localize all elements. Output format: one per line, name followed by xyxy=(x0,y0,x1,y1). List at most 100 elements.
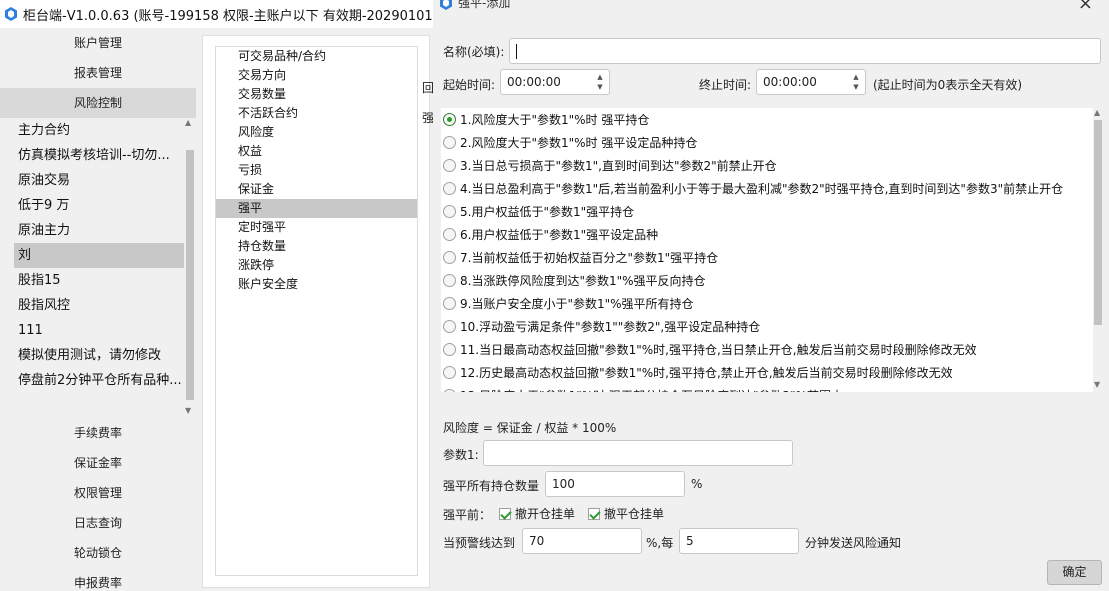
rule-option-label: 8.当涨跌停风险度到达"参数1"%强平反向持仓 xyxy=(460,274,706,288)
risk-type-item[interactable]: 可交易品种/合约 xyxy=(216,47,417,66)
radio-button-icon[interactable] xyxy=(443,320,456,333)
nav-item[interactable]: 权限管理 xyxy=(0,478,196,508)
rule-option-label: 4.当日总盈利高于"参数1"后,若当前盈利小于等于最大盈利减"参数2"时强平持仓… xyxy=(460,182,1064,196)
risk-type-item[interactable]: 风险度 xyxy=(216,123,417,142)
risk-type-item[interactable]: 定时强平 xyxy=(216,218,417,237)
account-list-item[interactable]: 主力合约 xyxy=(14,118,184,143)
risk-type-item[interactable]: 交易数量 xyxy=(216,85,417,104)
radio-button-icon[interactable] xyxy=(443,297,456,310)
scrollbar-thumb[interactable] xyxy=(1094,120,1102,325)
account-list-item[interactable]: 111 xyxy=(14,318,184,343)
nav-item[interactable]: 手续费率 xyxy=(0,418,196,448)
scroll-down-arrow-icon[interactable]: ▼ xyxy=(1094,380,1100,389)
cancel-open-orders-checkbox[interactable]: 撤开仓挂单 xyxy=(499,505,575,522)
nav-item[interactable]: 保证金率 xyxy=(0,448,196,478)
obscured-column: 回 强 xyxy=(418,47,434,587)
cancel-close-orders-checkbox[interactable]: 撤平仓挂单 xyxy=(588,505,664,522)
rule-option-label: 7.当前权益低于初始权益百分之"参数1"强平持仓 xyxy=(460,251,719,265)
rule-option[interactable]: 6.用户权益低于"参数1"强平设定品种 xyxy=(441,223,1101,246)
radio-button-icon[interactable] xyxy=(443,113,456,126)
rule-option[interactable]: 11.当日最高动态权益回撤"参数1"%时,强平持仓,当日禁止开仓,触发后当前交易… xyxy=(441,338,1101,361)
account-list-item[interactable]: 模拟使用测试，请勿修改 xyxy=(14,343,184,368)
rule-option-label: 12.历史最高动态权益回撤"参数1"%时,强平持仓,禁止开仓,触发后当前交易时段… xyxy=(460,366,953,380)
rule-option[interactable]: 13.风险度大于"参数1"%时,强平部分持仓至风险度到达"参数2"%范围内 xyxy=(441,384,1101,392)
risk-type-item[interactable]: 交易方向 xyxy=(216,66,417,85)
radio-button-icon[interactable] xyxy=(443,343,456,356)
notify-interval-input[interactable]: 5 xyxy=(679,528,799,554)
notify-interval-unit: 分钟发送风险通知 xyxy=(805,536,902,550)
before-close-label: 强平前： xyxy=(443,508,492,522)
radio-button-icon[interactable] xyxy=(443,274,456,287)
account-list-item[interactable]: 低于9 万 xyxy=(14,193,184,218)
warning-threshold-input[interactable]: 70 xyxy=(522,528,642,554)
ok-button[interactable]: 确定 xyxy=(1047,560,1102,585)
rule-option[interactable]: 3.当日总亏损高于"参数1",直到时间到达"参数2"前禁止开仓 xyxy=(441,154,1101,177)
nav-item[interactable]: 风险控制 xyxy=(0,88,196,118)
nav-item[interactable]: 报表管理 xyxy=(0,58,196,88)
app-logo-icon xyxy=(5,7,17,21)
scroll-up-arrow-icon[interactable]: ▲ xyxy=(1094,108,1100,117)
spin-down-icon[interactable]: ▼ xyxy=(595,82,605,92)
spin-down-icon[interactable]: ▼ xyxy=(851,82,861,92)
radio-button-icon[interactable] xyxy=(443,251,456,264)
rule-option[interactable]: 12.历史最高动态权益回撤"参数1"%时,强平持仓,禁止开仓,触发后当前交易时段… xyxy=(441,361,1101,384)
risk-type-item[interactable]: 不活跃合约 xyxy=(216,104,417,123)
radio-button-icon[interactable] xyxy=(443,182,456,195)
risk-type-item[interactable]: 涨跌停 xyxy=(216,256,417,275)
risk-type-item[interactable]: 亏损 xyxy=(216,161,417,180)
risk-type-item[interactable]: 权益 xyxy=(216,142,417,161)
rule-option[interactable]: 9.当账户安全度小于"参数1"%强平所有持仓 xyxy=(441,292,1101,315)
radio-button-icon[interactable] xyxy=(443,228,456,241)
spin-up-icon[interactable]: ▲ xyxy=(595,72,605,82)
nav-item[interactable]: 日志查询 xyxy=(0,508,196,538)
rule-option[interactable]: 2.风险度大于"参数1"%时 强平设定品种持仓 xyxy=(441,131,1101,154)
radio-button-icon[interactable] xyxy=(443,205,456,218)
warning-threshold-value: 70 xyxy=(529,534,545,548)
radio-button-icon[interactable] xyxy=(443,389,456,392)
warning-mid-text: %,每 xyxy=(646,536,674,550)
account-list-item[interactable]: 刘 xyxy=(14,243,184,268)
rule-option[interactable]: 7.当前权益低于初始权益百分之"参数1"强平持仓 xyxy=(441,246,1101,269)
rule-option[interactable]: 4.当日总盈利高于"参数1"后,若当前盈利小于等于最大盈利减"参数2"时强平持仓… xyxy=(441,177,1101,200)
rule-option-label: 11.当日最高动态权益回撤"参数1"%时,强平持仓,当日禁止开仓,触发后当前交易… xyxy=(460,343,977,357)
account-list-item[interactable]: 仿真模拟考核培训--切勿... xyxy=(14,143,184,168)
close-icon[interactable]: × xyxy=(1078,0,1093,14)
radio-button-icon[interactable] xyxy=(443,136,456,149)
start-time-label: 起始时间: xyxy=(443,78,496,92)
param1-input[interactable] xyxy=(483,440,793,466)
risk-type-item[interactable]: 账户安全度 xyxy=(216,275,417,294)
checkbox-checked-icon[interactable] xyxy=(499,507,511,520)
nav-item[interactable]: 申报费率 xyxy=(0,568,196,591)
rule-options-scrollbar[interactable]: ▲ ▼ xyxy=(1093,108,1103,392)
account-list-item[interactable]: 原油主力 xyxy=(14,218,184,243)
checkbox-checked-icon[interactable] xyxy=(588,507,600,520)
scrollbar-thumb[interactable] xyxy=(186,150,194,400)
dialog-title: 强平-添加 xyxy=(458,0,511,10)
start-time-input[interactable]: 00:00:00 ▲ ▼ xyxy=(500,69,610,95)
rule-option[interactable]: 5.用户权益低于"参数1"强平持仓 xyxy=(441,200,1101,223)
spin-up-icon[interactable]: ▲ xyxy=(851,72,861,82)
risk-type-item[interactable]: 保证金 xyxy=(216,180,417,199)
risk-type-item[interactable]: 强平 xyxy=(216,199,417,218)
time-hint: (起止时间为0表示全天有效) xyxy=(873,78,1022,92)
rule-option[interactable]: 8.当涨跌停风险度到达"参数1"%强平反向持仓 xyxy=(441,269,1101,292)
radio-button-icon[interactable] xyxy=(443,159,456,172)
scroll-up-arrow-icon[interactable]: ▲ xyxy=(185,118,191,127)
account-list-item[interactable]: 股指15 xyxy=(14,268,184,293)
account-list-item[interactable]: 停盘前2分钟平仓所有品种... xyxy=(14,368,184,393)
radio-button-icon[interactable] xyxy=(443,366,456,379)
nav-item[interactable]: 轮动锁仓 xyxy=(0,538,196,568)
name-label: 名称(必填): xyxy=(443,45,505,59)
rule-option[interactable]: 1.风险度大于"参数1"%时 强平持仓 xyxy=(441,108,1101,131)
account-list-item[interactable]: 原油交易 xyxy=(14,168,184,193)
account-list-scrollbar[interactable]: ▲ ▼ xyxy=(184,118,196,418)
name-input[interactable] xyxy=(509,38,1101,64)
end-time-input[interactable]: 00:00:00 ▲ ▼ xyxy=(756,69,866,95)
account-list: 主力合约 仿真模拟考核培训--切勿... 原油交易 低于9 万原油主力刘股指15 股指风… xyxy=(14,118,196,418)
scroll-down-arrow-icon[interactable]: ▼ xyxy=(185,406,191,415)
account-list-item[interactable]: 股指风控 xyxy=(14,293,184,318)
nav-item[interactable]: 账户管理 xyxy=(0,28,196,58)
close-qty-input[interactable]: 100 xyxy=(545,471,685,497)
risk-type-item[interactable]: 持仓数量 xyxy=(216,237,417,256)
rule-option[interactable]: 10.浮动盈亏满足条件"参数1""参数2",强平设定品种持仓 xyxy=(441,315,1101,338)
